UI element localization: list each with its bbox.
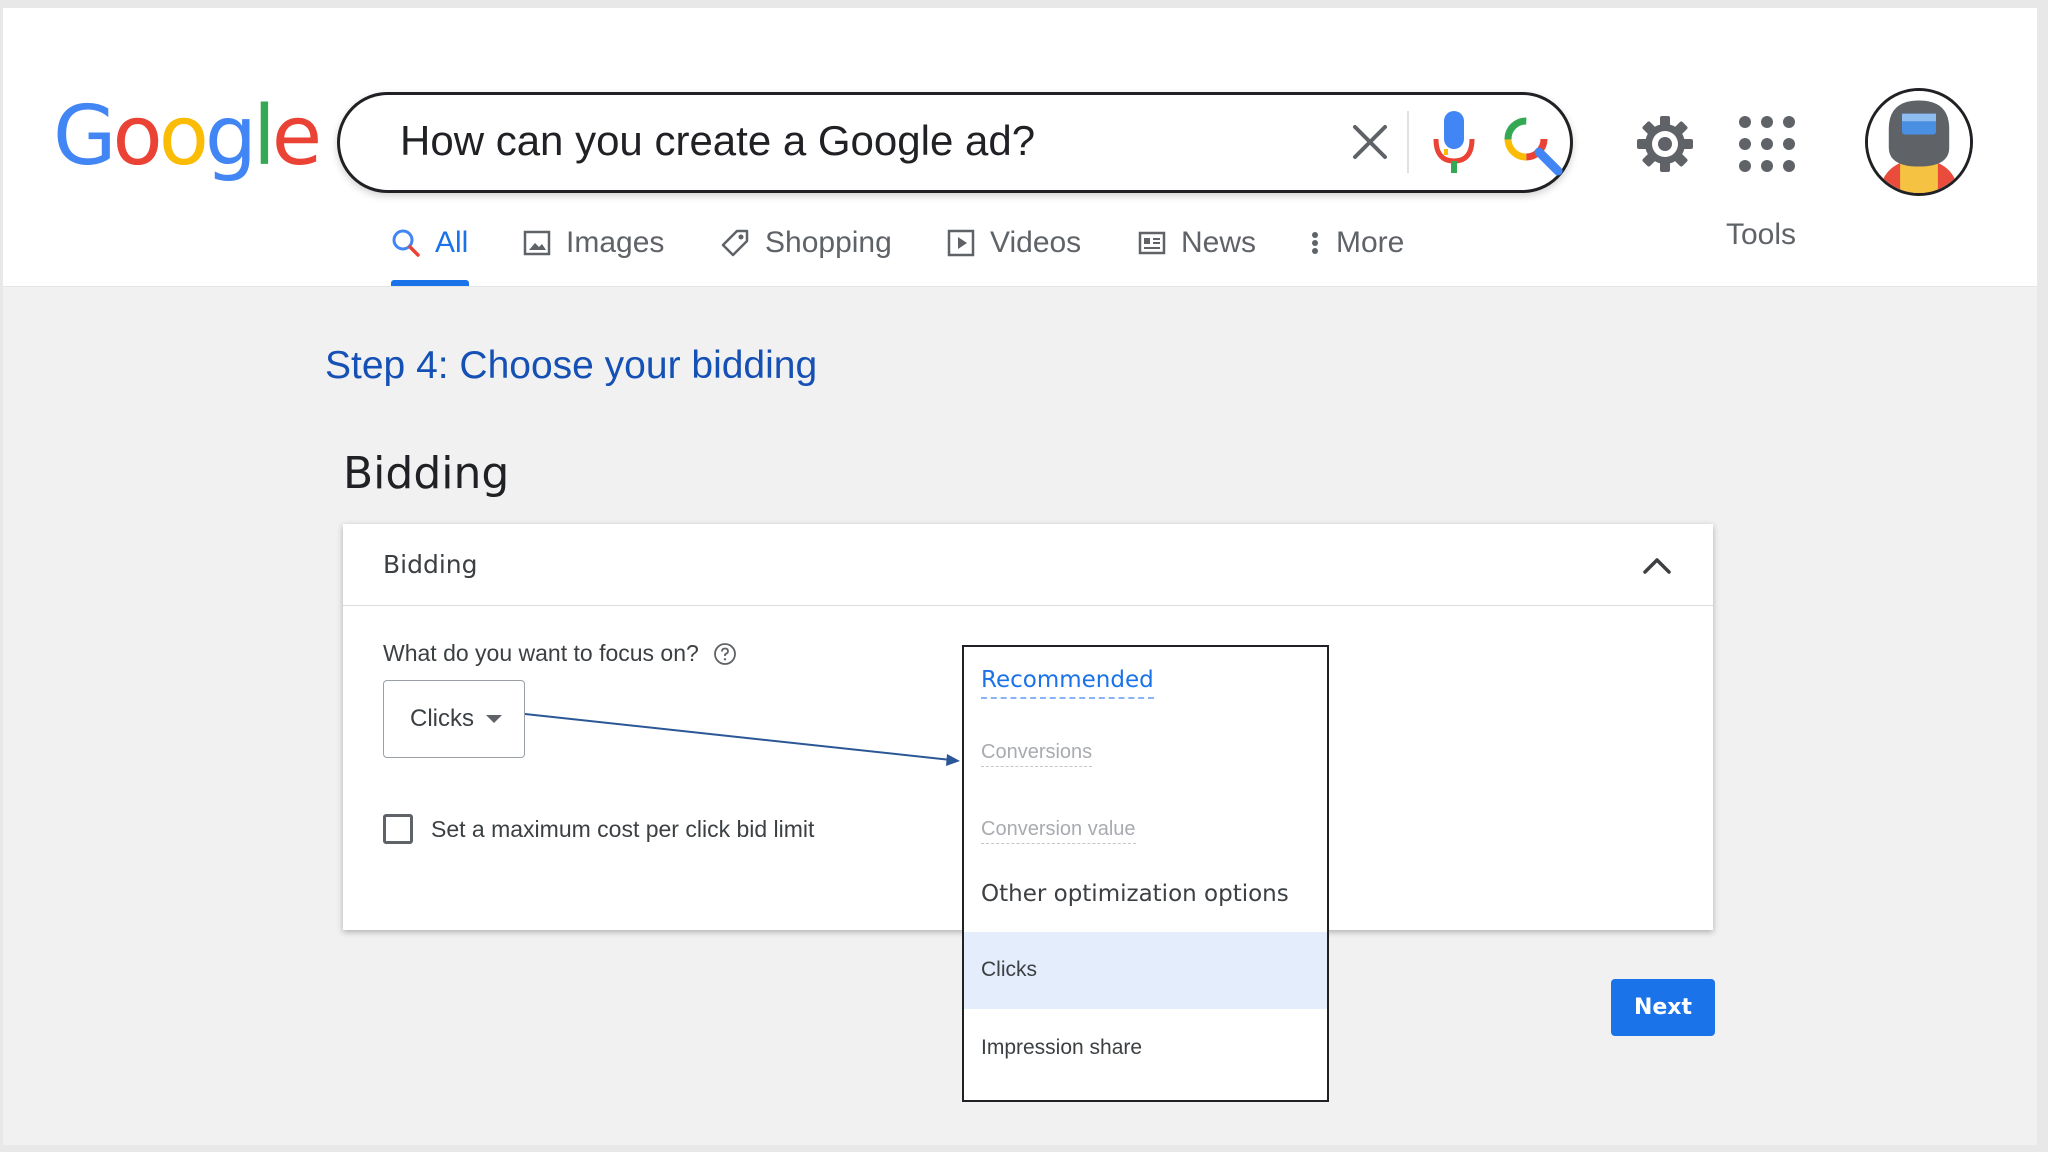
search-icon <box>392 229 420 257</box>
search-box[interactable]: How can you create a Google ad? <box>337 92 1573 193</box>
other-options-heading: Other optimization options <box>981 881 1289 907</box>
image-icon <box>523 230 551 256</box>
tools-button[interactable]: Tools <box>1726 218 1796 252</box>
option-impression-share[interactable]: Impression share <box>981 1036 1142 1060</box>
focus-question-label: What do you want to focus on? <box>383 640 699 666</box>
avatar-welder-icon <box>1868 91 1970 193</box>
logo-letter: e <box>271 89 322 184</box>
logo-letter: l <box>252 89 276 184</box>
tab-label: Shopping <box>765 226 892 259</box>
max-cpc-label: Set a maximum cost per click bid limit <box>431 815 815 842</box>
active-tab-indicator <box>391 280 469 286</box>
section-title: Bidding <box>343 448 510 499</box>
card-header[interactable]: Bidding <box>343 524 1713 606</box>
recommended-heading: Recommended <box>981 667 1154 699</box>
logo-letter: G <box>53 89 117 184</box>
chevron-up-icon[interactable] <box>1639 548 1675 584</box>
search-divider <box>1407 111 1409 173</box>
play-icon <box>947 229 975 257</box>
settings-gear-icon[interactable] <box>1633 112 1697 176</box>
tab-more[interactable]: More <box>1308 218 1404 268</box>
google-logo[interactable]: Google <box>53 89 322 184</box>
apps-grid-icon[interactable] <box>1735 112 1799 176</box>
page-frame: Google How can you create a Google ad? A… <box>3 8 2037 1145</box>
tab-videos[interactable]: Videos <box>946 218 1081 268</box>
tab-label: News <box>1181 226 1257 259</box>
option-conversion-value[interactable]: Conversion value <box>981 818 1136 844</box>
bidding-focus-menu: Recommended Conversions Conversion value… <box>962 645 1329 1102</box>
tab-label: More <box>1336 226 1405 259</box>
search-icon[interactable] <box>1500 113 1564 177</box>
tab-images[interactable]: Images <box>522 218 664 268</box>
tab-all[interactable]: All <box>391 218 468 268</box>
account-avatar[interactable] <box>1865 88 1973 196</box>
option-clicks-label: Clicks <box>981 958 1037 981</box>
tag-icon <box>721 229 749 257</box>
focus-question: What do you want to focus on? <box>383 640 737 667</box>
tab-label: Images <box>566 226 665 259</box>
next-button[interactable]: Next <box>1611 979 1715 1036</box>
dropdown-caret-icon <box>486 715 502 723</box>
help-icon[interactable] <box>713 642 737 666</box>
focus-select-value: Clicks <box>410 705 474 732</box>
newspaper-icon <box>1138 231 1166 255</box>
max-cpc-checkbox[interactable] <box>383 814 413 844</box>
card-title: Bidding <box>383 550 478 579</box>
option-clicks[interactable]: Clicks <box>964 932 1327 1009</box>
tab-label: Videos <box>990 226 1082 259</box>
max-cpc-option[interactable]: Set a maximum cost per click bid limit <box>383 814 814 844</box>
logo-letter: g <box>204 89 257 184</box>
tab-shopping[interactable]: Shopping <box>719 218 892 268</box>
search-input[interactable]: How can you create a Google ad? <box>400 117 1035 165</box>
logo-letter: o <box>112 89 163 184</box>
focus-select[interactable]: Clicks <box>383 680 525 758</box>
microphone-icon[interactable] <box>1430 107 1478 177</box>
clear-icon[interactable] <box>1345 117 1395 167</box>
search-header: Google How can you create a Google ad? A… <box>3 8 2037 287</box>
tab-news[interactable]: News <box>1137 218 1256 268</box>
tab-label: All <box>435 226 469 259</box>
step-title: Step 4: Choose your bidding <box>325 344 818 387</box>
logo-letter: o <box>158 89 209 184</box>
option-conversions[interactable]: Conversions <box>981 741 1093 767</box>
more-vert-icon <box>1312 232 1318 254</box>
